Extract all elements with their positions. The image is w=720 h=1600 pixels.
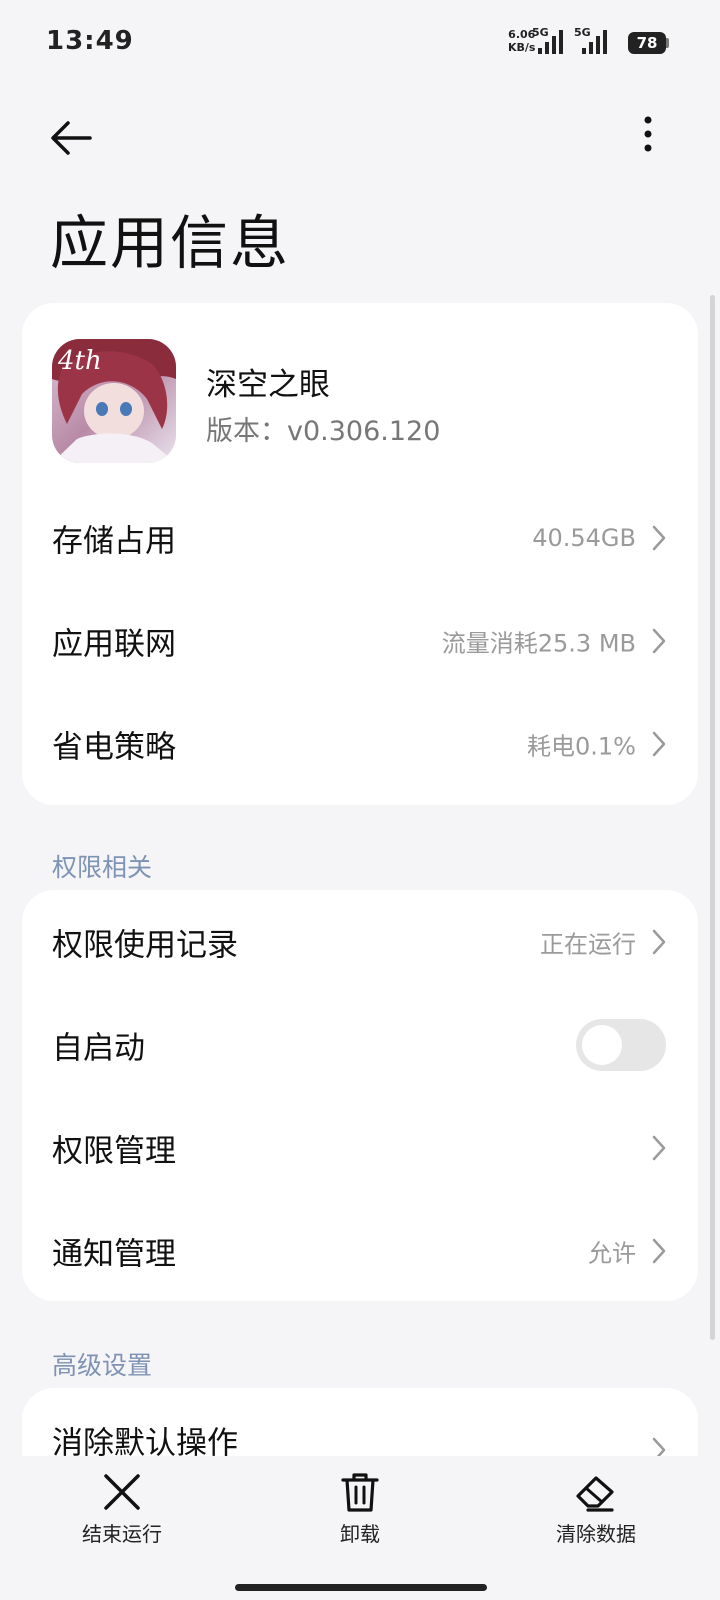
chevron-right-icon xyxy=(652,1238,666,1263)
scrollbar[interactable] xyxy=(710,295,715,1340)
section-header-advanced: 高级设置 xyxy=(52,1351,153,1380)
row-value: 40.54GB xyxy=(532,523,636,552)
status-time: 13:49 xyxy=(46,26,134,56)
eraser-icon xyxy=(576,1476,614,1512)
force-stop-button[interactable]: 结束运行 xyxy=(42,1470,202,1547)
app-info-card: 4th 深空之眼 版本：v0.306.120 存储占用 40.54GB 应用联网… xyxy=(22,303,698,805)
row-storage[interactable]: 存储占用 40.54GB xyxy=(22,486,698,589)
row-value: 流量消耗25.3 MB xyxy=(441,629,636,657)
force-stop-label: 结束运行 xyxy=(82,1522,162,1546)
signal-icon xyxy=(538,30,563,54)
more-options-button[interactable] xyxy=(620,110,676,166)
row-value: 耗电0.1% xyxy=(527,732,636,760)
back-button[interactable] xyxy=(44,110,100,166)
row-battery-saver[interactable]: 省电策略 耗电0.1% xyxy=(22,692,698,795)
chevron-right-icon xyxy=(652,525,666,550)
app-header: 4th 深空之眼 版本：v0.306.120 xyxy=(22,303,698,463)
row-value: 允许 xyxy=(588,1239,636,1267)
row-notification-manage[interactable]: 通知管理 允许 xyxy=(22,1199,698,1301)
trash-icon xyxy=(341,1473,379,1512)
app-icon: 4th xyxy=(52,339,176,463)
row-label: 存储占用 xyxy=(52,523,176,559)
clear-data-button[interactable]: 清除数据 xyxy=(516,1470,676,1547)
app-name: 深空之眼 xyxy=(206,367,330,403)
app-icon-badge: 4th xyxy=(57,346,102,376)
chevron-right-icon xyxy=(652,1135,666,1160)
row-label: 权限使用记录 xyxy=(52,927,238,963)
network-speed-unit: KB/s xyxy=(508,41,536,54)
battery-tip xyxy=(666,38,669,48)
row-permission-manage[interactable]: 权限管理 xyxy=(22,1096,698,1199)
uninstall-label: 卸载 xyxy=(340,1522,380,1546)
arrow-left-icon xyxy=(51,121,92,155)
bottom-action-bar: 结束运行 卸载 清除数据 xyxy=(0,1456,720,1600)
close-icon xyxy=(104,1474,140,1510)
row-label: 通知管理 xyxy=(52,1236,176,1272)
row-label: 省电策略 xyxy=(52,729,176,765)
section-header-permissions: 权限相关 xyxy=(52,853,153,882)
row-value: 正在运行 xyxy=(540,930,636,958)
toggle-knob xyxy=(582,1024,622,1065)
chevron-right-icon xyxy=(652,929,666,954)
chevron-right-icon xyxy=(652,731,666,756)
permissions-card: 权限使用记录 正在运行 自启动 权限管理 通知管理 允许 xyxy=(22,890,698,1301)
row-network[interactable]: 应用联网 流量消耗25.3 MB xyxy=(22,589,698,692)
home-indicator[interactable] xyxy=(235,1584,487,1591)
row-label: 应用联网 xyxy=(52,626,176,662)
app-version: 版本：v0.306.120 xyxy=(206,416,441,447)
battery-icon: 78 xyxy=(628,32,666,54)
uninstall-button[interactable]: 卸载 xyxy=(280,1470,440,1547)
status-bar: 13:49 6.06 KB/s 5G 5G 78 xyxy=(0,0,720,86)
page-title: 应用信息 xyxy=(50,209,291,277)
row-permission-usage[interactable]: 权限使用记录 正在运行 xyxy=(22,890,698,993)
row-autostart: 自启动 xyxy=(22,993,698,1096)
row-label: 自启动 xyxy=(52,1030,145,1066)
autostart-toggle[interactable] xyxy=(576,1018,666,1071)
signal-icon xyxy=(582,30,607,54)
chevron-right-icon xyxy=(652,628,666,653)
row-label: 权限管理 xyxy=(52,1133,176,1169)
clear-data-label: 清除数据 xyxy=(556,1522,636,1546)
more-vertical-icon xyxy=(644,116,652,152)
